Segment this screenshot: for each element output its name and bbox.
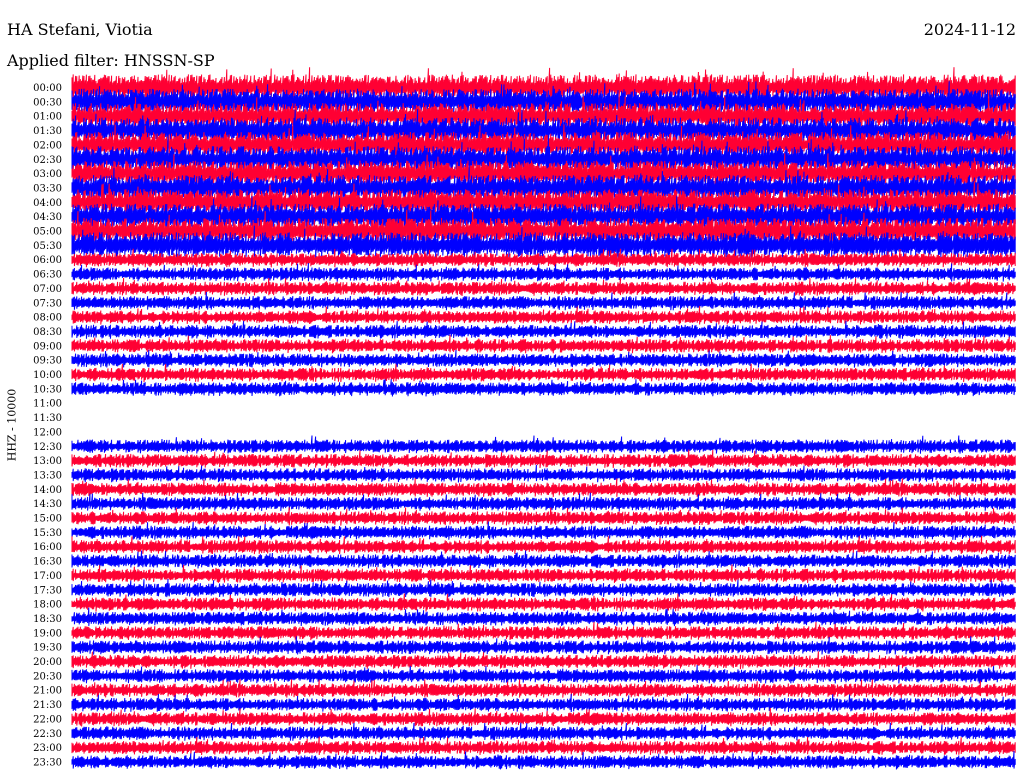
row-time-label: 01:00: [33, 112, 62, 123]
seismic-trace-row: [71, 492, 1016, 512]
row-labels: 00:00 00:30 01:00 01:30 02:00 02:30 03:00 03:30…: [33, 83, 62, 768]
row-time-label: 21:30: [33, 700, 62, 711]
seismic-trace-row: [71, 277, 1016, 297]
row-time-label: 11:30: [33, 413, 62, 424]
row-time-label: 02:30: [33, 155, 62, 166]
row-time-label: 16:00: [33, 542, 62, 553]
seismic-trace-row: [71, 478, 1016, 497]
row-time-label: 20:00: [33, 657, 62, 668]
row-time-label: 04:30: [33, 212, 62, 223]
row-time-label: 02:00: [33, 140, 62, 151]
seismic-trace-row: [71, 621, 1016, 641]
row-time-label: 05:30: [33, 241, 62, 252]
seismic-trace-row: [71, 651, 1016, 670]
row-time-label: 23:30: [33, 757, 62, 768]
seismic-trace-row: [71, 593, 1016, 612]
row-time-label: 10:00: [33, 370, 62, 381]
seismic-trace-row: [71, 464, 1016, 483]
row-time-label: 00:30: [33, 97, 62, 108]
row-time-label: 18:30: [33, 614, 62, 625]
row-time-label: 15:00: [33, 514, 62, 525]
helicorder-plot: 00:00 00:30 01:00 01:30 02:00 02:30 03:00 03:30…: [33, 67, 1016, 770]
row-time-label: 01:30: [33, 126, 62, 137]
seismic-trace-row: [71, 636, 1016, 655]
trace-group: [71, 67, 1016, 770]
row-time-label: 03:30: [33, 183, 62, 194]
seismic-trace-row: [71, 664, 1016, 684]
row-time-label: 09:00: [33, 341, 62, 352]
row-time-label: 05:00: [33, 227, 62, 238]
seismic-trace-row: [71, 263, 1016, 282]
row-time-label: 11:00: [33, 399, 62, 410]
row-time-label: 04:00: [33, 198, 62, 209]
row-time-label: 08:30: [33, 327, 62, 338]
row-time-label: 22:00: [33, 714, 62, 725]
row-time-label: 06:30: [33, 270, 62, 281]
seismic-trace-row: [71, 750, 1016, 770]
row-time-label: 17:00: [33, 571, 62, 582]
row-time-label: 07:00: [33, 284, 62, 295]
row-time-label: 19:30: [33, 643, 62, 654]
seismic-trace-row: [71, 291, 1016, 311]
row-time-label: 17:30: [33, 585, 62, 596]
row-time-label: 22:30: [33, 729, 62, 740]
seismic-trace-row: [71, 722, 1016, 741]
row-time-label: 14:00: [33, 485, 62, 496]
row-time-label: 13:30: [33, 470, 62, 481]
seismic-trace-row: [71, 379, 1016, 397]
row-time-label: 18:00: [33, 600, 62, 611]
seismic-trace-row: [71, 535, 1016, 555]
row-time-label: 08:00: [33, 313, 62, 324]
seismic-trace-row: [71, 349, 1016, 368]
row-time-label: 13:00: [33, 456, 62, 467]
seismic-trace-row: [71, 435, 1016, 454]
row-time-label: 07:30: [33, 298, 62, 309]
seismic-trace-row: [71, 320, 1016, 339]
row-time-label: 00:00: [33, 83, 62, 94]
row-time-label: 20:30: [33, 671, 62, 682]
row-time-label: 06:00: [33, 255, 62, 266]
row-time-label: 23:00: [33, 743, 62, 754]
row-time-label: 15:30: [33, 528, 62, 539]
seismic-trace-row: [71, 334, 1016, 354]
row-time-label: 03:00: [33, 169, 62, 180]
row-time-label: 14:30: [33, 499, 62, 510]
seismic-trace-row: [71, 507, 1016, 526]
row-time-label: 12:30: [33, 442, 62, 453]
row-time-label: 10:30: [33, 384, 62, 395]
seismic-trace-row: [71, 521, 1016, 540]
row-time-label: 12:00: [33, 427, 62, 438]
row-time-label: 09:30: [33, 356, 62, 367]
row-time-label: 19:00: [33, 628, 62, 639]
seismic-trace-row: [71, 578, 1016, 598]
row-time-label: 21:00: [33, 686, 62, 697]
seismic-trace-row: [71, 607, 1016, 627]
row-time-label: 16:30: [33, 557, 62, 568]
seismic-trace-row: [71, 550, 1016, 569]
